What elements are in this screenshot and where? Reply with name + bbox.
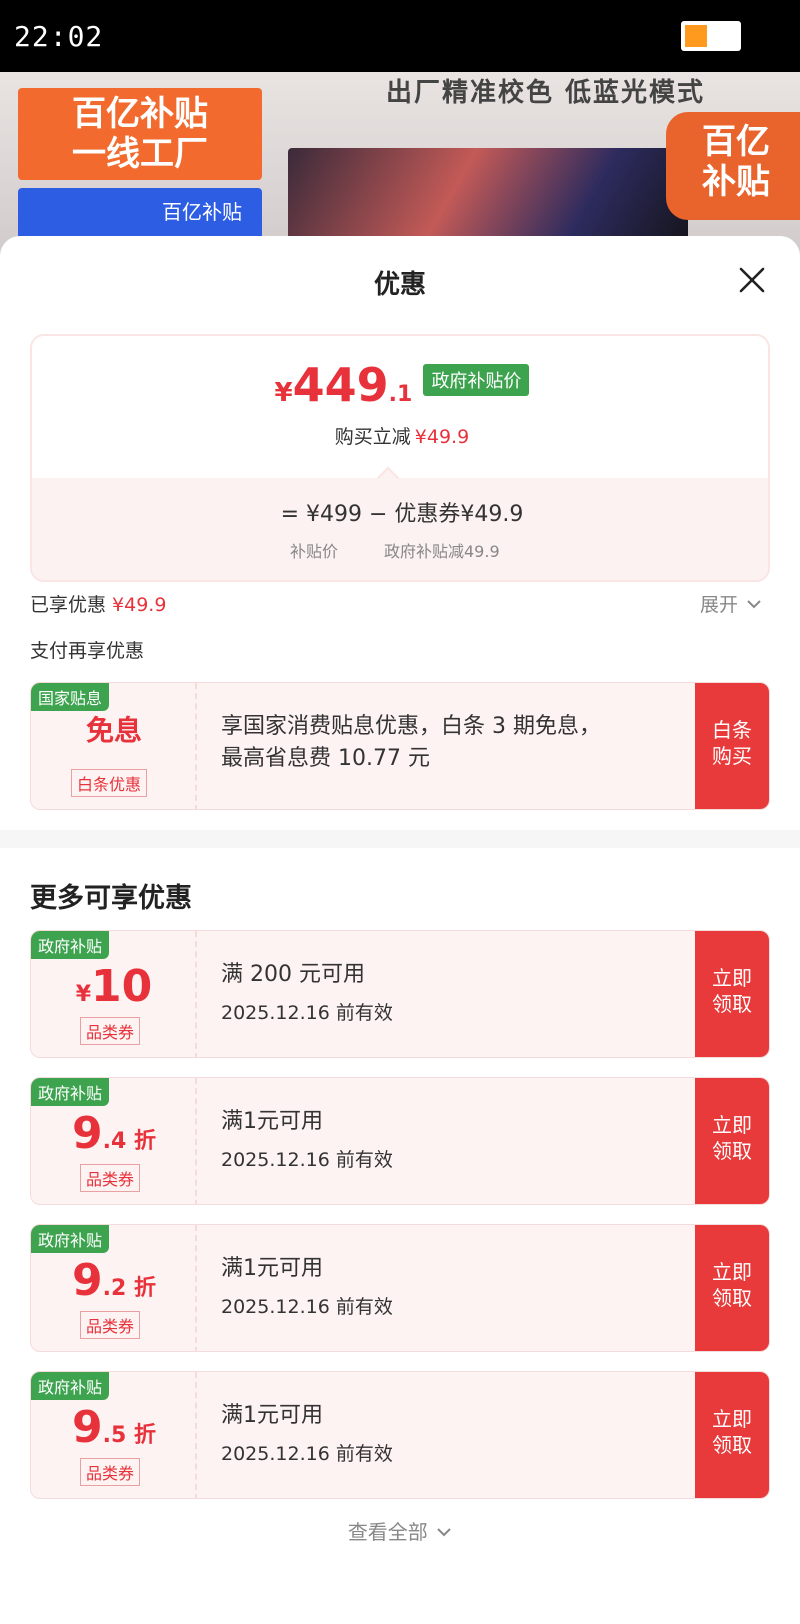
formula-sub-right: 政府补贴减49.9 [384, 542, 500, 561]
status-bar: 22:02 [0, 0, 800, 72]
coupon-description: 满1元可用 2025.12.16 前有效 [221, 1106, 393, 1176]
coupon-suffix: .4 折 [102, 1129, 156, 1154]
enjoyed-discount: 已享优惠 ¥49.9 [30, 590, 166, 617]
coupon-suffix: .2 折 [102, 1276, 156, 1301]
expand-label: 展开 [700, 594, 739, 616]
coupon-card: 政府补贴 9.5 折 品类券 满1元可用 2025.12.16 前有效 立即 领… [30, 1371, 770, 1499]
chevron-down-icon [437, 1528, 451, 1537]
action-line2: 领取 [712, 1286, 752, 1310]
status-time: 22:02 [14, 20, 104, 53]
price-decimal: .1 [388, 382, 413, 407]
interest-free-coupon: 国家贴息 免息 白条优惠 享国家消费贴息优惠，白条 3 期免息， 最高省息费 1… [30, 682, 770, 810]
coupon-suffix: .5 折 [102, 1423, 156, 1448]
coupon-validity: 2025.12.16 前有效 [221, 1443, 393, 1465]
enjoyed-value: ¥49.9 [112, 594, 167, 616]
coupon-desc-line2: 最高省息费 10.77 元 [221, 746, 430, 771]
chevron-down-icon [747, 600, 761, 609]
action-line2: 领取 [712, 1433, 752, 1457]
coupon-type: 品类券 [80, 1458, 141, 1486]
promo-line2: 一线工厂 [72, 134, 208, 174]
coupon-prefix: ¥ [75, 982, 92, 1007]
coupon-amount: 9 [72, 1255, 103, 1306]
baitiao-buy-button[interactable]: 白条 购买 [695, 683, 769, 809]
coupon-value: 免息 [85, 714, 142, 747]
action-line2: 领取 [712, 992, 752, 1016]
coupon-description: 满 200 元可用 2025.12.16 前有效 [221, 959, 393, 1029]
coupon-description: 满1元可用 2025.12.16 前有效 [221, 1253, 393, 1323]
price-card: ¥449.1 政府补贴价 购买立减 ¥49.9 = ¥499 − 优惠券¥49.9… [30, 334, 770, 582]
coupon-value: 9.5 折 [31, 1402, 197, 1453]
price-breakdown: = ¥499 − 优惠券¥49.9 补贴价 政府补贴减49.9 [32, 478, 768, 580]
action-line2: 购买 [712, 744, 752, 768]
claim-button[interactable]: 立即 领取 [695, 1225, 769, 1351]
claim-button[interactable]: 立即 领取 [695, 1078, 769, 1204]
banner-tagline: 出厂精准校色 低蓝光模式 [386, 78, 706, 108]
coupon-description: 满1元可用 2025.12.16 前有效 [221, 1400, 393, 1470]
coupon-badge: 政府补贴 [31, 1225, 110, 1253]
action-line1: 立即 [712, 1260, 752, 1284]
seal-line1: 百亿 [702, 122, 770, 162]
coupon-validity: 2025.12.16 前有效 [221, 1002, 393, 1024]
coupon-card: 政府补贴 9.4 折 品类券 满1元可用 2025.12.16 前有效 立即 领… [30, 1077, 770, 1205]
claim-button[interactable]: 立即 领取 [695, 1372, 769, 1498]
coupon-card: 政府补贴 9.2 折 品类券 满1元可用 2025.12.16 前有效 立即 领… [30, 1224, 770, 1352]
battery-icon [681, 21, 741, 51]
coupon-card: 政府补贴 ¥10 品类券 满 200 元可用 2025.12.16 前有效 立即… [30, 930, 770, 1058]
enjoyed-label: 已享优惠 [30, 594, 107, 616]
subsidy-seal: 百亿 补贴 [666, 112, 800, 220]
coupon-type: 品类券 [80, 1017, 141, 1045]
coupon-amount: 9 [72, 1108, 103, 1159]
coupon-validity: 2025.12.16 前有效 [221, 1149, 393, 1171]
price-integer: 449 [292, 358, 389, 412]
coupon-value: 9.4 折 [31, 1108, 197, 1159]
coupon-amount: 9 [72, 1402, 103, 1453]
close-button[interactable] [732, 260, 772, 300]
coupon-amount: 10 [91, 961, 153, 1012]
coupon-description: 享国家消费贴息优惠，白条 3 期免息， 最高省息费 10.77 元 [221, 711, 601, 775]
gov-price-tag: 政府补贴价 [423, 364, 530, 396]
claim-button[interactable]: 立即 领取 [695, 931, 769, 1057]
coupon-condition: 满1元可用 [221, 1256, 323, 1281]
coupon-badge: 政府补贴 [31, 931, 110, 959]
price-formula: = ¥499 − 优惠券¥49.9 [280, 502, 524, 527]
action-line1: 立即 [712, 966, 752, 990]
coupon-condition: 满 200 元可用 [221, 962, 365, 987]
price-currency: ¥ [274, 378, 293, 408]
promo-small-text: 百亿补贴 [162, 200, 242, 224]
view-all-button[interactable]: 查看全部 [0, 1516, 800, 1545]
view-all-label: 查看全部 [347, 1520, 428, 1544]
coupon-value: 9.2 折 [31, 1255, 197, 1306]
coupon-condition: 满1元可用 [221, 1109, 323, 1134]
instant-reduction: 购买立减 ¥49.9 [32, 422, 768, 449]
coupon-type: 品类券 [80, 1164, 141, 1192]
close-icon [739, 267, 765, 293]
coupon-desc-line1: 享国家消费贴息优惠，白条 3 期免息， [221, 714, 601, 739]
action-line2: 领取 [712, 1139, 752, 1163]
discount-sheet: 优惠 ¥449.1 政府补贴价 购买立减 ¥49.9 = ¥499 − 优惠券¥4… [0, 236, 800, 1624]
final-price: ¥449.1 政府补贴价 [32, 358, 768, 412]
coupon-badge: 政府补贴 [31, 1372, 110, 1400]
reduce-value: ¥49.9 [414, 426, 470, 448]
coupon-value: ¥10 [31, 961, 197, 1012]
more-offers-title: 更多可享优惠 [30, 883, 192, 914]
coupon-badge: 政府补贴 [31, 1078, 110, 1106]
action-line1: 白条 [712, 718, 752, 742]
coupon-type: 白条优惠 [71, 769, 148, 797]
coupon-condition: 满1元可用 [221, 1403, 323, 1428]
action-line1: 立即 [712, 1113, 752, 1137]
coupon-badge: 国家贴息 [31, 683, 110, 711]
seal-line2: 补贴 [702, 162, 770, 202]
expand-button[interactable]: 展开 [700, 590, 762, 617]
reduce-label: 购买立减 [334, 426, 411, 448]
sheet-title: 优惠 [373, 270, 426, 300]
coupon-validity: 2025.12.16 前有效 [221, 1296, 393, 1318]
promo-line1: 百亿补贴 [72, 94, 208, 134]
coupon-type: 品类券 [80, 1311, 141, 1339]
action-line1: 立即 [712, 1407, 752, 1431]
formula-sub-left: 补贴价 [290, 542, 339, 561]
pay-more-title: 支付再享优惠 [30, 640, 145, 662]
section-divider [0, 830, 800, 848]
banner-promo: 百亿补贴 一线工厂 [18, 88, 262, 180]
